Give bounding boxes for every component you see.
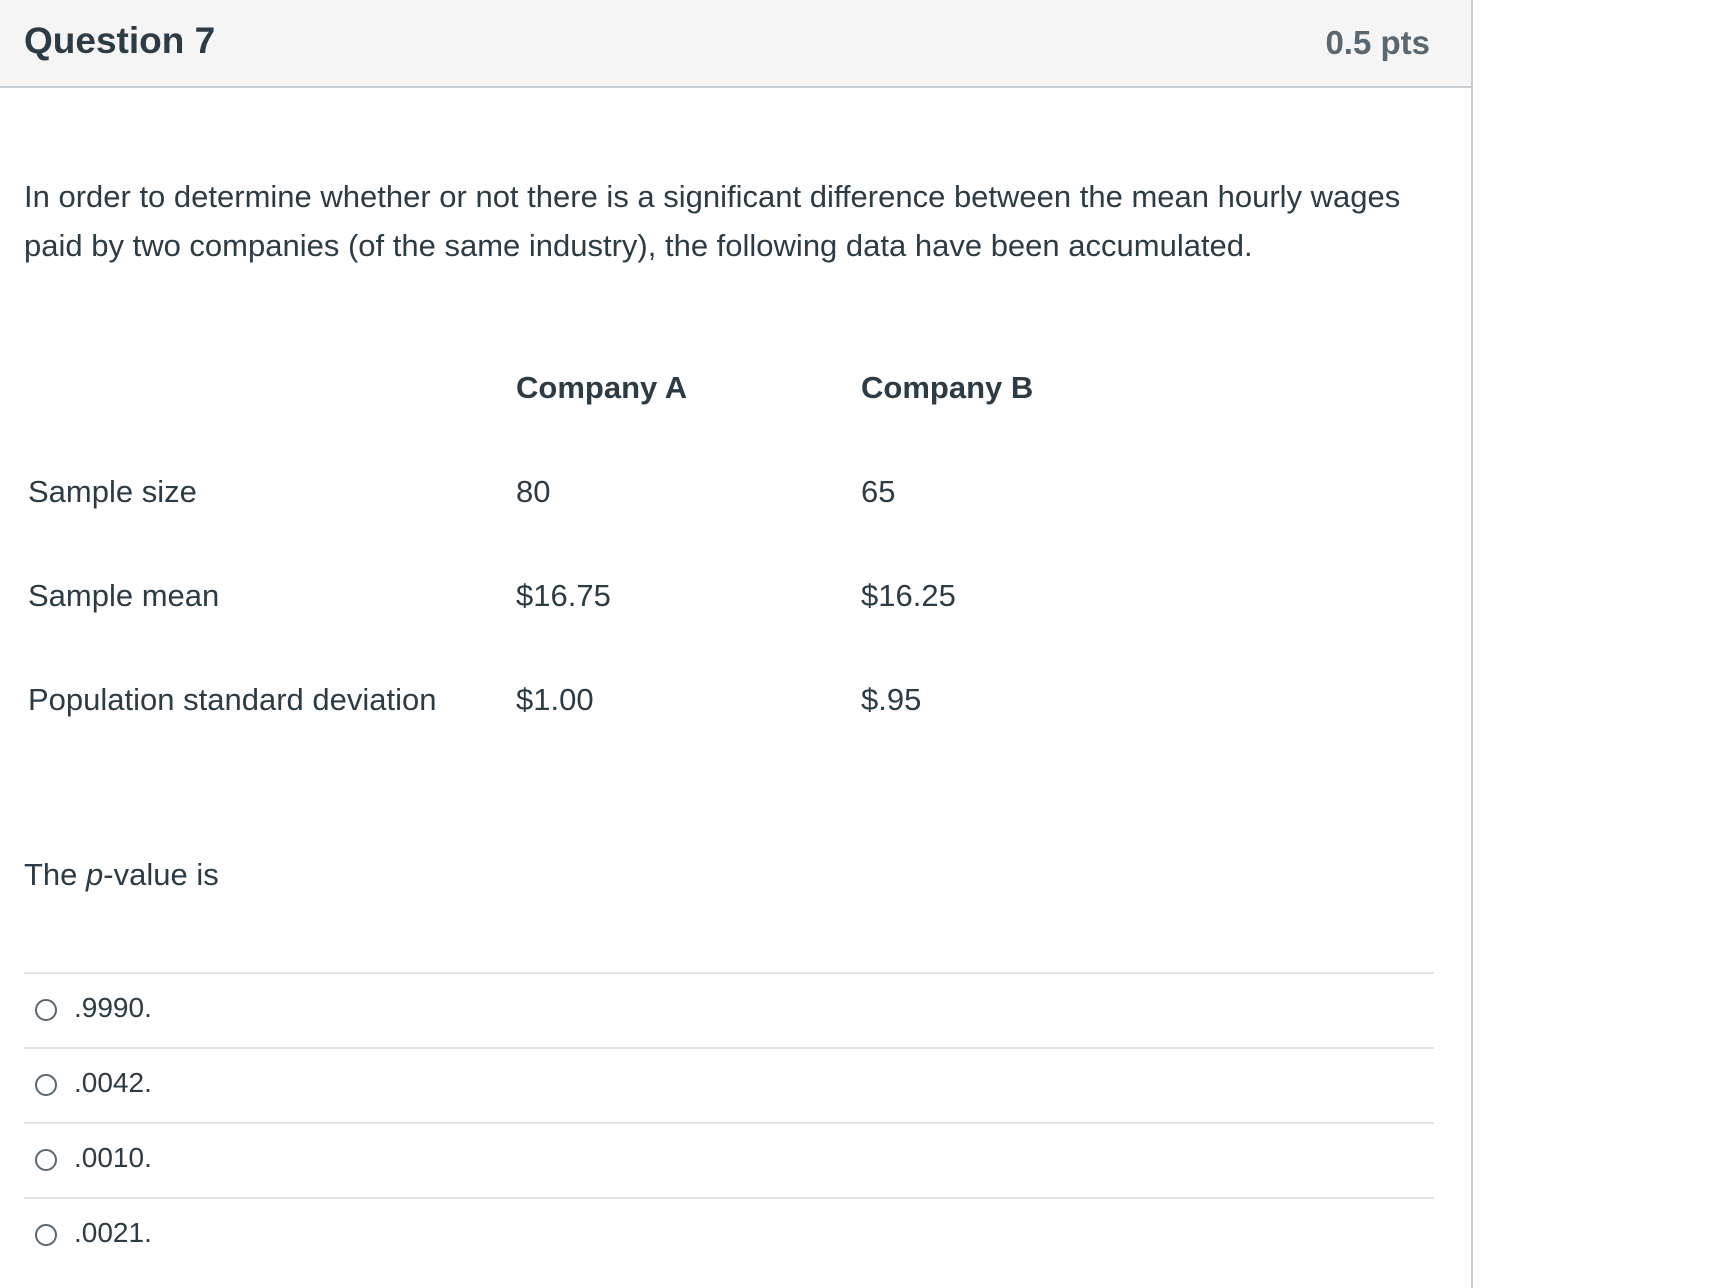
answer-option[interactable]: .0010.	[24, 1122, 1434, 1197]
company-b-value: $.95	[861, 682, 922, 717]
company-a-value: 80	[516, 474, 551, 509]
radio-button[interactable]	[35, 1074, 57, 1096]
answer-option[interactable]: .0042.	[24, 1047, 1434, 1122]
row-label: Sample mean	[28, 578, 220, 613]
question-title: Question 7	[24, 20, 216, 61]
radio-button[interactable]	[35, 1224, 57, 1246]
radio-button[interactable]	[35, 1149, 57, 1171]
table-header-company-b: Company B	[861, 370, 1034, 405]
answer-option[interactable]: .0021.	[24, 1197, 1434, 1272]
answer-label[interactable]: .9990.	[74, 992, 152, 1024]
company-a-value: $1.00	[516, 682, 594, 717]
answer-label[interactable]: .0042.	[74, 1067, 152, 1099]
question-text: In order to determine whether or not the…	[24, 179, 1401, 263]
prompt-text-before: The	[24, 857, 87, 892]
company-b-value: 65	[861, 474, 896, 509]
company-a-value: $16.75	[516, 578, 611, 613]
table-header-company-a: Company A	[516, 370, 688, 405]
answer-label[interactable]: .0021.	[74, 1217, 152, 1249]
question-points: 0.5 pts	[1325, 24, 1430, 61]
company-b-value: $16.25	[861, 578, 956, 613]
answer-option[interactable]: .9990.	[24, 972, 1434, 1047]
row-label: Population standard deviation	[28, 682, 437, 717]
question-card: Question 7 0.5 pts In order to determine…	[0, 0, 1473, 1288]
answer-list: .9990. .0042. .0010. .0021.	[24, 972, 1434, 1272]
question-prompt: The p-value is	[24, 857, 219, 893]
row-label: Sample size	[28, 474, 197, 509]
radio-button[interactable]	[35, 999, 57, 1021]
prompt-italic-p: p	[86, 857, 104, 892]
prompt-text-after: -value is	[103, 857, 219, 892]
answer-label[interactable]: .0010.	[74, 1142, 152, 1174]
question-header: Question 7 0.5 pts	[0, 0, 1471, 88]
